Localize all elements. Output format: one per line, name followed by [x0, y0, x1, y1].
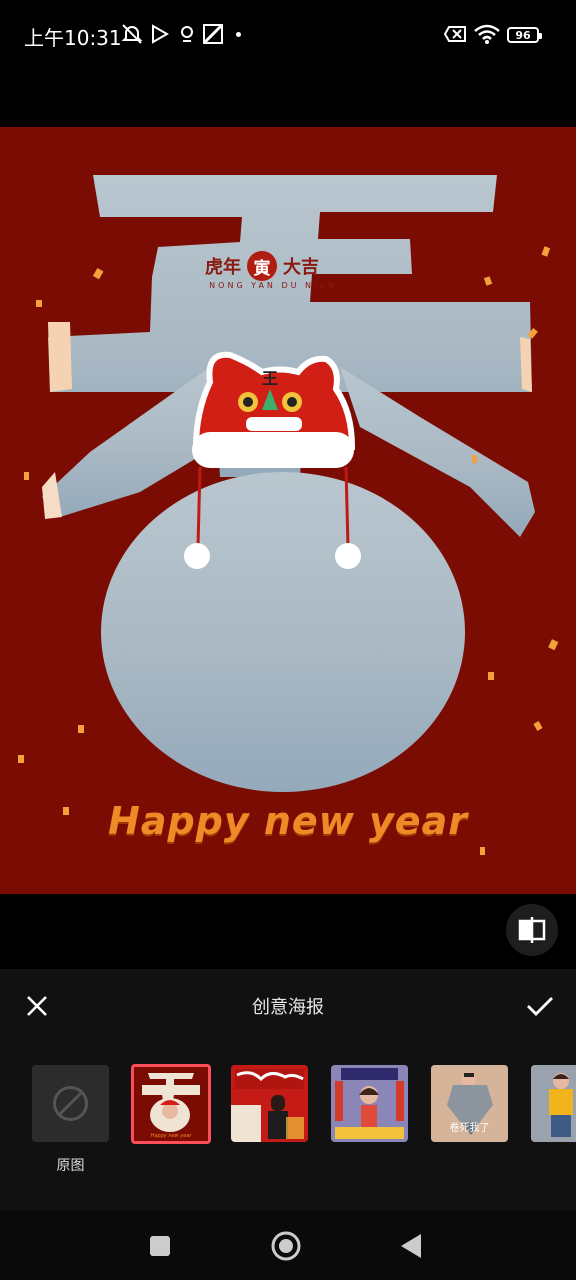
battery-icon: 96 [507, 27, 542, 43]
home-circle-icon [271, 1231, 301, 1261]
poster-title-right: 大吉 [283, 257, 319, 278]
new-year-joy-thumbnail [331, 1065, 408, 1142]
poster-pinyin: NONG YAN DU NIAN [209, 281, 337, 290]
confirm-button[interactable] [523, 989, 557, 1023]
template-list: Happy new year 卷死我了 [0, 1064, 576, 1145]
template-tiger-year[interactable] [231, 1065, 308, 1142]
template-original[interactable] [32, 1065, 109, 1142]
status-time: 上午10:31 [24, 26, 122, 50]
play-store-icon [148, 22, 172, 46]
check-icon [527, 997, 553, 1016]
svg-text:王: 王 [262, 369, 278, 388]
status-bar: 上午10:31 96 [0, 0, 576, 72]
template-caption: 卷死我了 [449, 1123, 490, 1134]
status-dot [236, 32, 241, 37]
recents-square-icon [150, 1236, 170, 1256]
wifi-icon [473, 22, 501, 46]
home-button[interactable] [268, 1228, 304, 1264]
svg-text:Happy new year: Happy new year [151, 1133, 193, 1139]
compare-button[interactable] [506, 904, 558, 956]
original-label: 原图 [56, 1158, 85, 1174]
panel-title: 创意海报 [252, 997, 324, 1018]
template-yellow-outfit[interactable] [531, 1065, 576, 1142]
template-spring-tiger[interactable]: Happy new year [131, 1064, 211, 1144]
poster-title-badge: 寅 [247, 251, 277, 281]
template-speech-bubble[interactable]: 卷死我了 [431, 1065, 508, 1142]
back-button[interactable] [393, 1228, 429, 1264]
back-triangle-icon [401, 1234, 421, 1258]
recents-button[interactable] [142, 1228, 178, 1264]
battery-level: 96 [515, 28, 531, 42]
notification-off-icon [120, 22, 144, 46]
chun-character-photo-cutout: 王 [18, 175, 559, 855]
tiger-year-thumbnail [231, 1065, 308, 1142]
gallery-icon [201, 22, 225, 46]
template-new-year-joy[interactable] [331, 1065, 408, 1142]
yellow-outfit-thumbnail [531, 1065, 576, 1142]
poster-title: 虎年 寅 大吉 [205, 251, 319, 281]
no-filter-icon [53, 1086, 88, 1121]
navigation-bar [0, 1211, 576, 1280]
poster-title-left: 虎年 [205, 257, 241, 278]
sim-off-icon [443, 22, 469, 46]
spring-tiger-thumbnail: Happy new year [134, 1067, 208, 1141]
poster-preview: 王 虎年 寅 大吉 NONG YAN DU NIAN Happy new yea… [0, 127, 576, 894]
location-icon [175, 22, 199, 46]
template-panel: 创意海报 Happy new year 卷死我了 原图 [0, 969, 576, 1211]
poster-greeting: Happy new year [108, 799, 468, 843]
compare-icon [518, 917, 546, 943]
